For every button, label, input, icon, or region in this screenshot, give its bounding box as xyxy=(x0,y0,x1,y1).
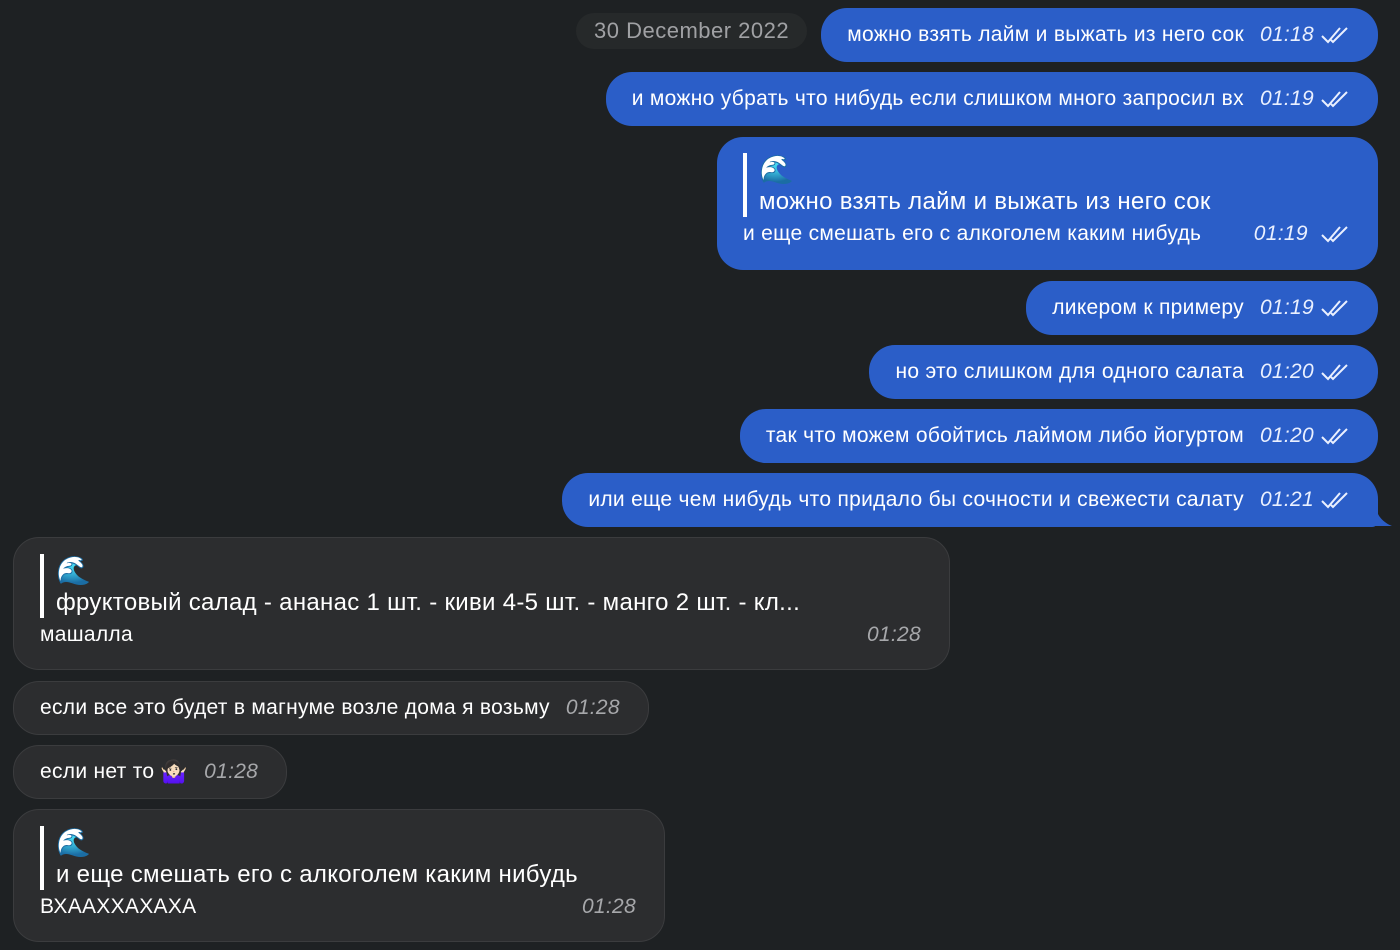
message-text: можно взять лайм и выжать из него сок xyxy=(847,23,1244,46)
message-text: если нет то xyxy=(40,760,155,783)
double-check-icon xyxy=(1321,492,1348,509)
message-text: если все это будет в магнуме возле дома … xyxy=(40,696,550,719)
message-text: и можно убрать что нибудь если слишком м… xyxy=(631,87,1244,110)
message-text: машалла xyxy=(40,623,133,646)
double-check-icon xyxy=(1321,226,1348,243)
message-text: ВХААХХАХАХА xyxy=(40,895,197,918)
message-time: 01:20 xyxy=(1259,424,1314,447)
message-time: 01:28 xyxy=(565,696,620,719)
shrug-emoji: 🤷🏻‍♀️ xyxy=(160,759,189,784)
double-check-icon xyxy=(1321,364,1348,381)
incoming-reply-message[interactable]: 🌊 и еще смешать его с алкоголем каким ни… xyxy=(13,809,665,942)
message-time: 01:19 xyxy=(1259,87,1314,110)
date-separator: 30 December 2022 xyxy=(576,13,808,49)
double-check-icon xyxy=(1321,91,1348,108)
message-time: 01:28 xyxy=(866,623,921,646)
outgoing-message[interactable]: но это слишком для одного салата 01:20 xyxy=(869,345,1378,399)
message-time: 01:20 xyxy=(1259,360,1314,383)
reply-quote[interactable]: 🌊 и еще смешать его с алкоголем каким ни… xyxy=(40,826,636,890)
message-text: ликером к примеру xyxy=(1052,296,1244,319)
message-time: 01:21 xyxy=(1259,488,1314,511)
quoted-text: и еще смешать его с алкоголем каким нибу… xyxy=(56,861,578,888)
reply-quote[interactable]: 🌊 можно взять лайм и выжать из него сок xyxy=(743,153,1350,217)
double-check-icon xyxy=(1321,27,1348,44)
message-time: 01:28 xyxy=(581,895,636,918)
quoted-text: фруктовый салад - ананас 1 шт. - киви 4-… xyxy=(56,589,801,616)
outgoing-reply-message[interactable]: 🌊 можно взять лайм и выжать из него сок … xyxy=(717,137,1378,270)
quoted-text: можно взять лайм и выжать из него сок xyxy=(759,188,1211,215)
outgoing-message[interactable]: так что можем обойтись лаймом либо йогур… xyxy=(739,409,1378,463)
outgoing-message[interactable]: или еще чем нибудь что придало бы сочнос… xyxy=(562,473,1378,527)
incoming-reply-message[interactable]: 🌊 фруктовый салад - ананас 1 шт. - киви … xyxy=(13,537,950,670)
wave-emoji: 🌊 xyxy=(56,827,92,858)
double-check-icon xyxy=(1321,300,1348,317)
wave-emoji: 🌊 xyxy=(759,154,795,185)
message-time: 01:28 xyxy=(204,760,259,783)
double-check-icon xyxy=(1321,428,1348,445)
incoming-message[interactable]: если все это будет в магнуме возле дома … xyxy=(13,681,649,735)
message-text: и еще смешать его с алкоголем каким нибу… xyxy=(743,222,1202,245)
message-text: так что можем обойтись лаймом либо йогур… xyxy=(765,424,1244,447)
outgoing-message[interactable]: и можно убрать что нибудь если слишком м… xyxy=(605,72,1378,126)
message-time: 01:19 xyxy=(1253,222,1308,245)
outgoing-message[interactable]: можно взять лайм и выжать из него сок 01… xyxy=(821,8,1378,62)
wave-emoji: 🌊 xyxy=(56,555,92,586)
bubble-tail xyxy=(1370,506,1392,526)
message-time: 01:18 xyxy=(1259,23,1314,46)
message-text: но это слишком для одного салата xyxy=(895,360,1244,383)
incoming-message[interactable]: если нет то 🤷🏻‍♀️ 01:28 xyxy=(13,745,288,799)
message-time: 01:19 xyxy=(1259,296,1314,319)
outgoing-message[interactable]: ликером к примеру 01:19 xyxy=(1026,281,1378,335)
reply-quote[interactable]: 🌊 фруктовый салад - ананас 1 шт. - киви … xyxy=(40,554,921,618)
message-text: или еще чем нибудь что придало бы сочнос… xyxy=(588,488,1244,511)
